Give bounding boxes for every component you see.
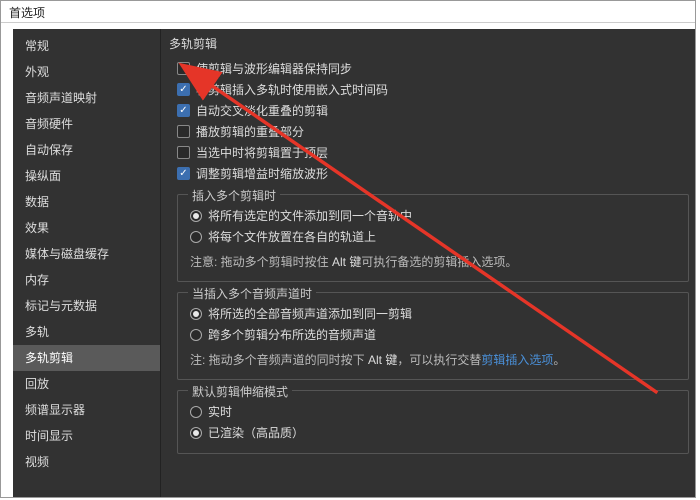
radio-row[interactable]: 已渲染（高品质） [190, 422, 676, 443]
radio-row[interactable]: 将所有选定的文件添加到同一个音轨中 [190, 205, 676, 226]
checkbox[interactable] [177, 104, 190, 117]
checkbox-label: 当选中时将剪辑置于顶层 [196, 144, 328, 161]
checkbox-list: 使剪辑与波形编辑器保持同步将剪辑插入多轨时使用嵌入式时间码自动交叉淡化重叠的剪辑… [169, 58, 695, 184]
checkbox-row[interactable]: 播放剪辑的重叠部分 [169, 121, 695, 142]
radio[interactable] [190, 231, 202, 243]
sidebar-item[interactable]: 多轨剪辑 [13, 345, 160, 371]
radio-label: 实时 [208, 403, 232, 420]
sidebar-item[interactable]: 内存 [13, 267, 160, 293]
checkbox-row[interactable]: 调整剪辑增益时缩放波形 [169, 163, 695, 184]
sidebar-item[interactable]: 自动保存 [13, 137, 160, 163]
section-heading: 多轨剪辑 [169, 35, 695, 52]
radio-row[interactable]: 将每个文件放置在各自的轨道上 [190, 226, 676, 247]
checkbox-row[interactable]: 使剪辑与波形编辑器保持同步 [169, 58, 695, 79]
group-legend: 当插入多个音频声道时 [188, 285, 316, 302]
sidebar-item[interactable]: 回放 [13, 371, 160, 397]
sidebar-item[interactable]: 频谱显示器 [13, 397, 160, 423]
radio-label: 将每个文件放置在各自的轨道上 [208, 228, 376, 245]
sidebar-item[interactable]: 时间显示 [13, 423, 160, 449]
sidebar-item[interactable]: 常规 [13, 33, 160, 59]
checkbox-label: 播放剪辑的重叠部分 [196, 123, 304, 140]
checkbox[interactable] [177, 62, 190, 75]
checkbox-row[interactable]: 自动交叉淡化重叠的剪辑 [169, 100, 695, 121]
group-legend: 插入多个剪辑时 [188, 187, 280, 204]
group-insert-multiple-clips: 插入多个剪辑时 将所有选定的文件添加到同一个音轨中将每个文件放置在各自的轨道上 … [177, 194, 689, 282]
group-note: 注意: 拖动多个剪辑时按住 Alt 键可执行备选的剪辑插入选项。 [190, 253, 676, 271]
sidebar-item[interactable]: 音频声道映射 [13, 85, 160, 111]
sidebar-item[interactable]: 数据 [13, 189, 160, 215]
checkbox-row[interactable]: 将剪辑插入多轨时使用嵌入式时间码 [169, 79, 695, 100]
checkbox[interactable] [177, 125, 190, 138]
sidebar-item[interactable]: 外观 [13, 59, 160, 85]
sidebar-item[interactable]: 标记与元数据 [13, 293, 160, 319]
checkbox-label: 调整剪辑增益时缩放波形 [196, 165, 328, 182]
sidebar-item[interactable]: 音频硬件 [13, 111, 160, 137]
checkbox[interactable] [177, 83, 190, 96]
checkbox-label: 将剪辑插入多轨时使用嵌入式时间码 [196, 81, 388, 98]
sidebar-item[interactable]: 媒体与磁盘缓存 [13, 241, 160, 267]
radio-row[interactable]: 跨多个剪辑分布所选的音频声道 [190, 324, 676, 345]
sidebar: 常规外观音频声道映射音频硬件自动保存操纵面数据效果媒体与磁盘缓存内存标记与元数据… [13, 29, 161, 497]
group-legend: 默认剪辑伸缩模式 [188, 383, 292, 400]
checkbox[interactable] [177, 146, 190, 159]
preferences-panel: 常规外观音频声道映射音频硬件自动保存操纵面数据效果媒体与磁盘缓存内存标记与元数据… [13, 29, 695, 497]
window-title: 首选项 [1, 1, 695, 23]
radio[interactable] [190, 308, 202, 320]
group-insert-multiple-channels: 当插入多个音频声道时 将所选的全部音频声道添加到同一剪辑跨多个剪辑分布所选的音频… [177, 292, 689, 380]
radio-label: 跨多个剪辑分布所选的音频声道 [208, 326, 376, 343]
radio-label: 将所选的全部音频声道添加到同一剪辑 [208, 305, 412, 322]
radio-row[interactable]: 实时 [190, 401, 676, 422]
checkbox-row[interactable]: 当选中时将剪辑置于顶层 [169, 142, 695, 163]
sidebar-item[interactable]: 多轨 [13, 319, 160, 345]
group-note: 注: 拖动多个音频声道的同时按下 Alt 键，可以执行交替剪辑插入选项。 [190, 351, 676, 369]
radio[interactable] [190, 329, 202, 341]
sidebar-item[interactable]: 操纵面 [13, 163, 160, 189]
radio-row[interactable]: 将所选的全部音频声道添加到同一剪辑 [190, 303, 676, 324]
sidebar-item[interactable]: 效果 [13, 215, 160, 241]
checkbox-label: 使剪辑与波形编辑器保持同步 [196, 60, 352, 77]
radio[interactable] [190, 427, 202, 439]
radio[interactable] [190, 210, 202, 222]
group-default-stretch-mode: 默认剪辑伸缩模式 实时已渲染（高品质） [177, 390, 689, 454]
checkbox[interactable] [177, 167, 190, 180]
checkbox-label: 自动交叉淡化重叠的剪辑 [196, 102, 328, 119]
radio-label: 将所有选定的文件添加到同一个音轨中 [208, 207, 412, 224]
sidebar-item[interactable]: 视频 [13, 449, 160, 475]
content-pane: 多轨剪辑 使剪辑与波形编辑器保持同步将剪辑插入多轨时使用嵌入式时间码自动交叉淡化… [161, 29, 695, 497]
radio[interactable] [190, 406, 202, 418]
radio-label: 已渲染（高品质） [208, 424, 304, 441]
